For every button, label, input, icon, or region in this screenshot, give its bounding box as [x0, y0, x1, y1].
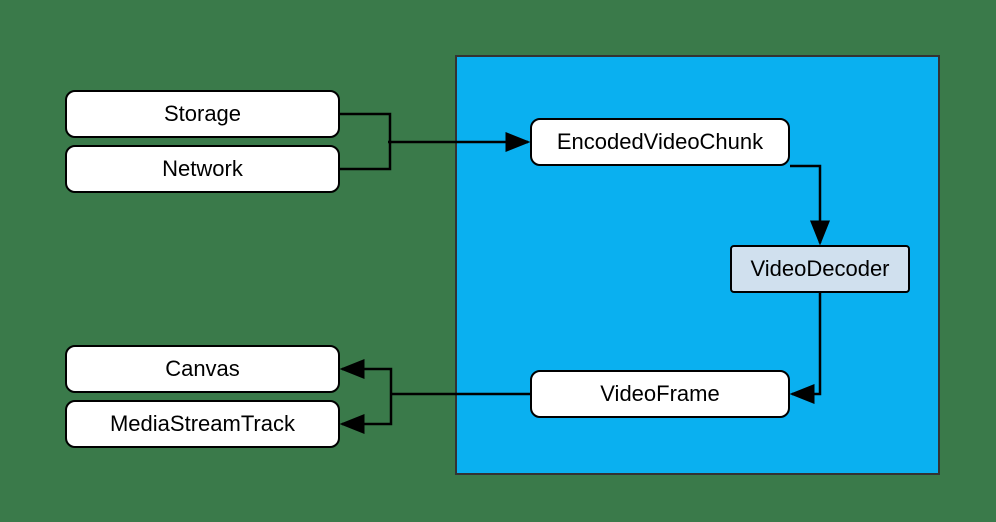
- node-network-label: Network: [162, 156, 243, 182]
- node-network: Network: [65, 145, 340, 193]
- node-mst: MediaStreamTrack: [65, 400, 340, 448]
- node-canvas: Canvas: [65, 345, 340, 393]
- node-video-frame-label: VideoFrame: [600, 381, 719, 407]
- edge-fork-to-mst: [342, 394, 391, 424]
- node-video-decoder-label: VideoDecoder: [750, 256, 889, 282]
- node-video-decoder: VideoDecoder: [730, 245, 910, 293]
- node-video-frame: VideoFrame: [530, 370, 790, 418]
- node-storage-label: Storage: [164, 101, 241, 127]
- node-encoded-chunk: EncodedVideoChunk: [530, 118, 790, 166]
- node-canvas-label: Canvas: [165, 356, 240, 382]
- node-encoded-chunk-label: EncodedVideoChunk: [557, 129, 763, 155]
- edge-network-join: [340, 142, 390, 169]
- node-storage: Storage: [65, 90, 340, 138]
- edge-storage-join: [340, 114, 390, 142]
- edge-fork-to-canvas: [342, 369, 391, 394]
- node-mst-label: MediaStreamTrack: [110, 411, 295, 437]
